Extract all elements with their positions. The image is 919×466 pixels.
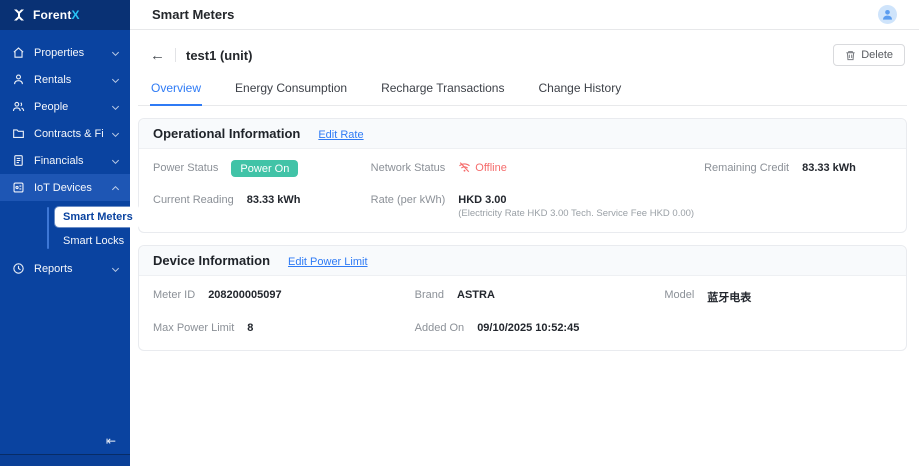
chevron-down-icon [111,48,120,57]
topbar: Smart Meters [130,0,919,30]
collapse-sidebar-icon: ⇤ [105,434,116,448]
empty-cell [704,192,892,219]
network-status-value: Offline [458,160,507,174]
edit-power-limit-link[interactable]: Edit Power Limit [288,256,367,268]
collapse-sidebar-button[interactable]: ⇤ [0,434,130,454]
added-on-field: Added On 09/10/2025 10:52:45 [414,322,580,334]
sidebar: ForentX Properties Rentals People Contra… [0,0,141,466]
rate-field: Rate (per kWh) HKD 3.00 (Electricity Rat… [370,194,695,219]
chevron-up-icon [111,185,120,193]
power-status-field: Power Status Power On [153,160,361,177]
chevron-down-icon [111,264,120,273]
user-avatar[interactable] [878,5,897,24]
device-information-card: Device Information Edit Power Limit Mete… [138,245,907,351]
sidebar-nav: Properties Rentals People Contracts & Fi… [0,30,141,282]
wifi-off-icon [459,162,471,173]
submenu-rail [47,207,49,249]
sidebar-item-reports[interactable]: Reports [0,255,130,282]
chevron-down-icon [111,156,120,165]
device-card-title: Device Information [153,253,271,268]
power-status-badge: Power On [231,160,299,177]
sidebar-item-iot-devices[interactable]: IoT Devices [0,174,130,201]
sidebar-item-financials[interactable]: Financials [0,147,130,174]
chevron-down-icon [111,102,120,111]
tab-change-history[interactable]: Change History [537,78,622,106]
sidebar-item-contracts-files[interactable]: Contracts & Files [0,120,130,147]
document-icon [14,155,23,166]
person-icon [14,74,23,85]
operational-card-header: Operational Information Edit Rate [139,119,906,149]
sidebar-footer: ⇤ [0,434,130,466]
max-power-limit-field: Max Power Limit 8 [153,322,254,334]
main-area: Smart Meters ← test1 (unit) Delete Overv… [130,0,919,466]
tabs: Overview Energy Consumption Recharge Tra… [138,78,907,106]
brand-x-icon [14,9,24,21]
tab-recharge-transactions[interactable]: Recharge Transactions [380,78,505,106]
sidebar-subitem-smart-locks[interactable]: Smart Locks [55,231,132,251]
page-head: ← test1 (unit) Delete [138,42,907,66]
home-icon [13,47,24,58]
chevron-down-icon [111,75,120,84]
sidebar-item-rentals[interactable]: Rentals [0,66,130,93]
page-header-title: Smart Meters [152,7,235,22]
page-title: test1 (unit) [186,47,253,63]
rate-detail: (Electricity Rate HKD 3.00 Tech. Service… [458,208,695,219]
operational-information-card: Operational Information Edit Rate Power … [138,118,907,233]
sidebar-item-properties[interactable]: Properties [0,39,130,66]
operational-card-body: Power Status Power On Network Status Off… [139,149,906,232]
operational-card-title: Operational Information [153,126,301,141]
tab-energy-consumption[interactable]: Energy Consumption [234,78,348,106]
device-card-header: Device Information Edit Power Limit [139,246,906,276]
tab-overview[interactable]: Overview [150,78,203,106]
remaining-credit-field: Remaining Credit 83.33 kWh [704,162,856,174]
folder-icon [13,129,24,138]
content: ← test1 (unit) Delete Overview Energy Co… [130,30,919,466]
delete-button[interactable]: Delete [833,44,905,66]
empty-cell [664,320,892,337]
device-card-body: Meter ID 208200005097 Brand ASTRA Model … [139,276,906,350]
brand-name: ForentX [33,8,80,22]
iot-devices-submenu: Smart Meters Smart Locks [0,201,141,255]
app-logo[interactable]: ForentX [0,0,130,30]
edit-rate-link[interactable]: Edit Rate [318,129,363,141]
user-icon [883,9,892,20]
sidebar-item-people[interactable]: People [0,93,130,120]
model-field: Model 蓝牙电表 [664,289,752,304]
sidebar-subitem-smart-meters[interactable]: Smart Meters [55,207,141,227]
network-status-field: Network Status Offline [370,160,507,175]
brand-field: Brand ASTRA [414,289,495,301]
chevron-down-icon [111,129,120,138]
delete-button-label: Delete [861,49,893,61]
rate-value-block: HKD 3.00 (Electricity Rate HKD 3.00 Tech… [458,194,695,219]
clock-icon [13,263,24,274]
current-reading-field: Current Reading 83.33 kWh [153,194,301,206]
trash-icon [846,50,855,60]
sidebar-bottom-band [0,454,130,466]
meter-id-field: Meter ID 208200005097 [153,289,282,301]
head-divider [175,48,176,62]
iot-device-icon [13,182,24,193]
back-button[interactable]: ← [150,48,165,63]
people-icon [12,101,25,112]
